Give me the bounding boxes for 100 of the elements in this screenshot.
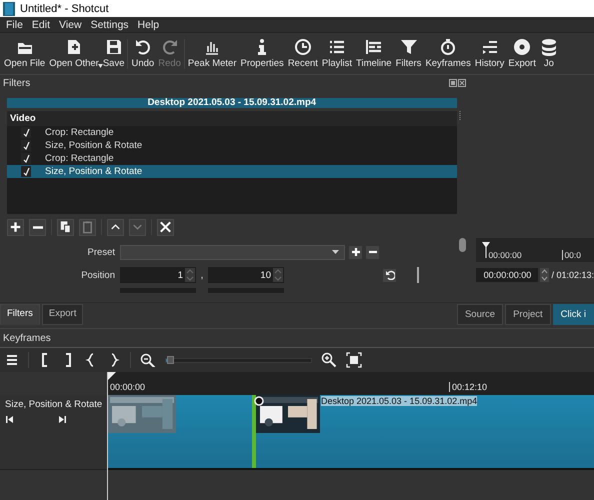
clip-title: Desktop 2021.05.03 - 15.09.31.02.mp4 <box>7 98 457 108</box>
toolbar-button[interactable] <box>140 353 156 367</box>
toolbar-button[interactable] <box>321 352 337 368</box>
ruler-label: 00:12:10 <box>449 382 488 392</box>
duration-text: / 01:02:13: <box>551 270 594 280</box>
menu-item[interactable]: Edit <box>32 18 50 30</box>
zoom-out-icon <box>140 353 156 367</box>
window-title: Untitled* - Shotcut <box>20 2 109 14</box>
funnel-icon <box>400 38 418 56</box>
checkbox[interactable] <box>21 153 31 164</box>
track-name: Size, Position & Rotate <box>5 399 102 410</box>
database-icon <box>540 38 558 56</box>
checkbox[interactable] <box>21 166 31 177</box>
toolbar-button[interactable]: Peak Meter <box>186 38 238 69</box>
toolbar-button[interactable]: Properties <box>238 38 286 69</box>
icon-button[interactable] <box>107 218 124 236</box>
tab[interactable]: Filters <box>0 304 40 325</box>
scrollbar[interactable] <box>458 238 466 252</box>
menu-item[interactable]: File <box>6 18 23 30</box>
tab[interactable]: Click i <box>552 304 594 325</box>
field-label: Position <box>80 270 116 280</box>
tab[interactable]: Export <box>42 304 84 325</box>
add-preset-button[interactable] <box>349 246 362 258</box>
reset-button[interactable] <box>383 268 396 282</box>
ruler-label: 00:0 <box>562 250 581 260</box>
toolbar-button[interactable]: Open Other <box>47 38 101 69</box>
toolbar-button[interactable]: Playlist <box>320 38 354 69</box>
toolbar-button[interactable]: Open File <box>2 38 48 69</box>
checkbox[interactable] <box>21 127 31 138</box>
spinner-arrows-icon <box>185 268 195 282</box>
redo-icon <box>160 38 179 56</box>
minus-icon <box>32 226 42 228</box>
panel-title: Filters <box>3 78 30 88</box>
slider-thumb[interactable] <box>167 356 174 364</box>
tab[interactable]: Project <box>505 304 551 325</box>
list-icon <box>328 38 346 56</box>
toolbar-button[interactable]: Timeline <box>354 38 394 69</box>
icon-button[interactable] <box>7 218 24 236</box>
toolbar-button[interactable]: Recent <box>286 38 320 69</box>
floppy-icon <box>104 38 123 56</box>
skip-forward-icon <box>59 416 66 423</box>
zoom-in-icon <box>321 352 337 368</box>
toolbar-button[interactable] <box>346 352 362 368</box>
filter-row[interactable]: Size, Position & Rotate <box>7 165 457 178</box>
undo-icon <box>134 38 152 56</box>
clock-icon <box>294 38 312 56</box>
spinner-arrows-icon <box>540 268 550 282</box>
ruler-label: 00:00:00 <box>488 250 522 260</box>
timeline-icon <box>364 38 383 56</box>
field-label: Preset <box>86 246 116 258</box>
remove-preset-button[interactable] <box>366 246 379 258</box>
menu-item[interactable]: Help <box>138 18 160 30</box>
previous-keyframe-button[interactable] <box>6 416 13 423</box>
filter-row[interactable]: Size, Position & Rotate <box>7 139 457 152</box>
copy-icon <box>58 219 73 235</box>
toolbar-button[interactable]: Export <box>506 38 538 69</box>
number-field[interactable]: 1 <box>120 267 196 283</box>
toolbar-button[interactable]: Jo <box>538 38 560 69</box>
plus-icon <box>350 247 360 257</box>
toolbar-button[interactable]: History <box>472 38 506 69</box>
icon-button[interactable] <box>157 218 174 236</box>
toolbar-button[interactable]: Save <box>100 38 126 69</box>
spinner-arrows-icon <box>273 268 283 282</box>
history-icon <box>480 38 499 56</box>
toolbar-button[interactable]: Keyframes <box>423 38 473 69</box>
timeline-clip[interactable]: Desktop 2021.05.03 - 15.09.31.02.mp4 <box>108 395 594 470</box>
menu-item[interactable]: View <box>59 18 82 30</box>
clipboard-icon <box>80 219 95 235</box>
icon-button[interactable] <box>57 218 74 236</box>
file-plus-icon <box>65 38 83 56</box>
stopwatch-icon <box>439 38 458 56</box>
float-icon <box>449 79 457 87</box>
filter-row[interactable]: Crop: Rectangle <box>7 152 457 165</box>
separator-text: , <box>200 270 204 280</box>
app-icon <box>3 2 15 16</box>
next-keyframe-button[interactable] <box>59 416 66 423</box>
fit-icon <box>346 352 362 368</box>
filter-row[interactable]: Crop: Rectangle <box>7 126 457 139</box>
group-label: Video <box>7 111 457 126</box>
playhead-icon <box>482 242 490 258</box>
menu-item[interactable]: Settings <box>90 18 129 30</box>
dropdown-arrow-icon <box>332 250 339 254</box>
zoom-slider[interactable] <box>165 358 312 362</box>
timecode-field[interactable]: 00:00:00:00 <box>476 268 538 282</box>
toolbar-button[interactable] <box>5 353 19 367</box>
checkbox[interactable] <box>21 140 31 151</box>
skip-back-icon <box>6 416 13 423</box>
tab[interactable]: Source <box>456 304 504 325</box>
icon-button[interactable] <box>29 218 46 236</box>
undo-icon <box>384 270 394 280</box>
close-icon <box>158 219 173 235</box>
splitter-handle-icon <box>458 111 461 121</box>
disc-icon <box>513 38 532 56</box>
close-icon <box>458 79 466 87</box>
menu-icon <box>5 353 19 367</box>
clip-name: Desktop 2021.05.03 - 15.09.31.02.mp4 <box>321 396 478 406</box>
keyframe-marker-icon <box>254 396 264 406</box>
number-field[interactable]: 10 <box>208 267 284 283</box>
toolbar-button[interactable]: Undo <box>129 38 156 69</box>
toolbar-button[interactable]: Filters <box>394 38 424 69</box>
